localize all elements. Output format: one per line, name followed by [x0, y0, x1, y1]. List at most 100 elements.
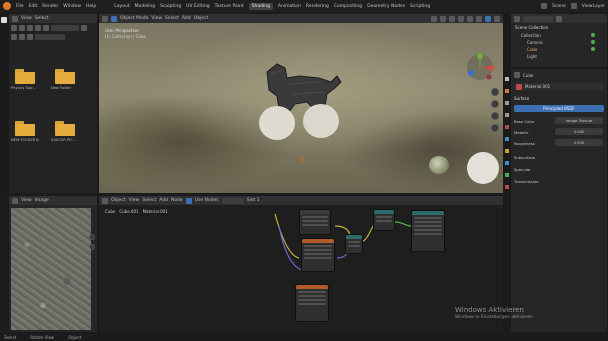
hdri-ball[interactable] — [429, 156, 449, 174]
tab-sculpting[interactable]: Sculpting — [160, 4, 181, 9]
menu-view[interactable]: View — [21, 16, 32, 21]
editor-type-icon[interactable] — [12, 15, 18, 22]
section-specular[interactable]: Specular — [514, 167, 531, 172]
metallic-field[interactable]: 0.000 — [555, 128, 603, 135]
zoom-icon[interactable] — [491, 88, 499, 96]
folder-icon[interactable] — [55, 121, 75, 136]
base-color-field[interactable]: Image Texture — [555, 117, 603, 124]
viewlayer-selector[interactable]: ViewLayer — [582, 4, 605, 9]
tab-texture-paint[interactable]: Texture Paint — [215, 4, 244, 9]
rendered-shading-icon[interactable] — [494, 15, 500, 22]
image-texture-node[interactable] — [301, 238, 335, 272]
preview-sphere[interactable] — [467, 152, 499, 184]
menu-object[interactable]: Object — [194, 16, 209, 21]
visibility-eye-icon[interactable] — [591, 33, 595, 37]
filter-icon[interactable] — [556, 15, 562, 22]
material-tab-icon[interactable] — [505, 185, 509, 189]
stone-texture-image[interactable] — [11, 208, 91, 330]
bump-node[interactable] — [373, 209, 395, 231]
pointer-icon[interactable] — [1, 17, 7, 23]
surface-section-label[interactable]: Surface — [514, 96, 529, 101]
solid-shading-icon[interactable] — [476, 15, 482, 22]
section-subsurface[interactable]: Subsurface — [514, 155, 535, 160]
forward-icon[interactable] — [19, 25, 25, 31]
3d-cursor-icon[interactable] — [299, 157, 304, 162]
tool-tab-icon[interactable] — [505, 77, 509, 81]
tab-rendering[interactable]: Rendering — [306, 4, 329, 9]
perspective-toggle-icon[interactable] — [491, 124, 499, 132]
outliner-item-collection[interactable]: Collection — [521, 33, 541, 38]
properties-panel[interactable]: Cube Material.001 Surface Principled BSD… — [510, 68, 608, 333]
menu-file[interactable]: File — [16, 4, 24, 9]
zoom-icon[interactable] — [89, 234, 95, 240]
material-preview-icon[interactable] — [485, 15, 491, 22]
tab-animation[interactable]: Animation — [278, 4, 301, 9]
section-transmission[interactable]: Transmission — [514, 179, 539, 184]
world-tab-icon[interactable] — [505, 137, 509, 141]
parent-dir-icon[interactable] — [27, 25, 33, 31]
folder-icon[interactable] — [15, 69, 35, 84]
mix-node[interactable] — [345, 234, 363, 254]
camera-view-icon[interactable] — [491, 112, 499, 120]
outliner-search-field[interactable] — [523, 15, 553, 22]
transform-orientation-icon[interactable] — [431, 15, 437, 22]
editor-type-icon[interactable] — [514, 15, 520, 22]
output-tab-icon[interactable] — [505, 101, 509, 105]
menu-render[interactable]: Render — [42, 4, 58, 9]
principled-bsdf-node[interactable] — [411, 210, 445, 252]
path-field[interactable] — [51, 25, 79, 31]
menu-view[interactable]: View — [151, 16, 162, 21]
folder-icon[interactable] — [55, 69, 75, 84]
tab-geometry-nodes[interactable]: Geometry Nodes — [367, 4, 405, 9]
pan-hand-icon[interactable] — [89, 244, 95, 250]
refresh-icon[interactable] — [35, 25, 41, 31]
pan-hand-icon[interactable] — [491, 100, 499, 108]
outliner-item-camera[interactable]: Camera — [527, 40, 543, 45]
object-name[interactable]: Cube — [523, 73, 533, 78]
material-slot-row[interactable]: Material.001 — [514, 83, 604, 90]
roughness-field[interactable]: 0.500 — [555, 139, 603, 146]
tab-uv-editing[interactable]: UV Editing — [186, 4, 209, 9]
thumbnail-icon[interactable] — [11, 34, 17, 40]
surface-shader-dropdown[interactable]: Principled BSDF — [514, 105, 604, 112]
menu-view[interactable]: View — [21, 198, 32, 203]
object-mode-icon[interactable] — [111, 15, 117, 22]
menu-help[interactable]: Help — [86, 4, 96, 9]
shader-node-editor[interactable]: Object View Select Add Node Use Nodes Sl… — [98, 195, 504, 333]
snap-icon[interactable] — [449, 15, 455, 22]
navigation-gizmo[interactable] — [465, 52, 495, 82]
visibility-eye-icon[interactable] — [591, 47, 595, 51]
image-texture-node[interactable] — [295, 284, 329, 322]
menu-select[interactable]: Select — [35, 16, 49, 21]
outliner-item-light[interactable]: Light — [527, 54, 537, 59]
sort-icon[interactable] — [27, 34, 33, 40]
object-mode-dropdown[interactable]: Object Mode — [120, 16, 148, 21]
tab-shading[interactable]: Shading — [248, 2, 273, 10]
shader-node[interactable] — [299, 209, 331, 235]
sphere-object-left[interactable] — [259, 106, 295, 140]
tab-compositing[interactable]: Compositing — [334, 4, 362, 9]
blender-logo-icon[interactable] — [3, 2, 11, 10]
material-name[interactable]: Material.001 — [525, 84, 550, 89]
xray-icon[interactable] — [467, 15, 473, 22]
editor-type-icon[interactable] — [102, 15, 108, 22]
list-view-icon[interactable] — [19, 34, 25, 40]
menu-edit[interactable]: Edit — [29, 4, 38, 9]
overlay-icon[interactable] — [458, 15, 464, 22]
image-editor-panel[interactable]: View Image — [8, 195, 98, 333]
menu-window[interactable]: Window — [63, 4, 81, 9]
new-folder-icon[interactable] — [43, 25, 49, 31]
visibility-eye-icon[interactable] — [591, 40, 595, 44]
tab-layout[interactable]: Layout — [114, 4, 129, 9]
tab-scripting[interactable]: Scripting — [410, 4, 430, 9]
render-tab-icon[interactable] — [505, 89, 509, 93]
outliner-item-cube[interactable]: Cube — [527, 47, 537, 52]
pivot-icon[interactable] — [440, 15, 446, 22]
filter-icon[interactable] — [81, 25, 87, 31]
outliner-panel[interactable]: Scene Collection Collection Camera Cube … — [510, 13, 608, 68]
scene-selector[interactable]: Scene — [552, 4, 566, 9]
menu-image[interactable]: Image — [35, 198, 49, 203]
scene-collection-label[interactable]: Scene Collection — [515, 25, 548, 30]
tab-modeling[interactable]: Modeling — [135, 4, 155, 9]
editor-type-icon[interactable] — [12, 197, 18, 204]
